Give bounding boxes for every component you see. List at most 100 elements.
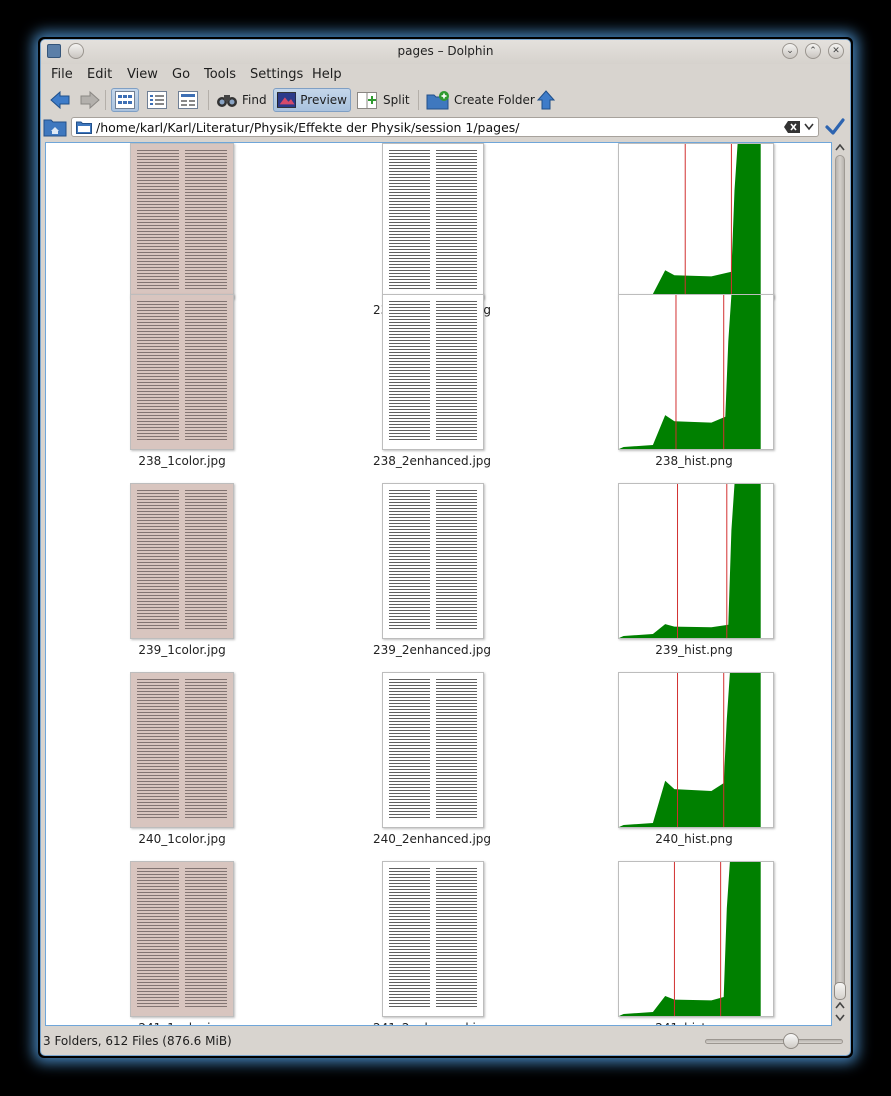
enhanced-scan-thumbnail: [382, 294, 484, 450]
file-item[interactable]: 238_2enhanced.jpg: [312, 271, 552, 468]
folder-icon: [76, 121, 92, 134]
file-item[interactable]: 239_2enhanced.jpg: [312, 460, 552, 657]
scroll-up-icon[interactable]: [835, 144, 845, 152]
dolphin-window: pages – Dolphin ⌄ ⌃ ✕ File Edit View Go …: [40, 39, 851, 1056]
text-columns: [137, 868, 227, 1008]
histogram-thumbnail: [618, 861, 774, 1017]
file-name: 241_hist.png: [574, 1021, 814, 1025]
find-button[interactable]: Find: [213, 88, 270, 112]
window-title: pages – Dolphin: [397, 44, 494, 58]
home-folder-icon[interactable]: [43, 116, 67, 138]
scroll-up-small-icon[interactable]: [835, 1002, 845, 1010]
file-item[interactable]: 238_1color.jpg: [62, 271, 302, 468]
back-button[interactable]: [46, 88, 74, 112]
split-icon: [357, 92, 377, 109]
preview-icon: [277, 92, 297, 108]
create-folder-label: Create Folder: [454, 93, 535, 107]
folder-new-icon: [426, 91, 449, 110]
text-column: [137, 301, 179, 441]
menu-go[interactable]: Go: [172, 67, 190, 82]
file-item[interactable]: 240_1color.jpg: [62, 649, 302, 846]
enhanced-scan-thumbnail: [382, 672, 484, 828]
text-column: [436, 679, 477, 819]
file-item[interactable]: 239_hist.png: [574, 460, 814, 657]
text-columns: [137, 490, 227, 630]
text-columns: [389, 150, 477, 290]
menu-view[interactable]: View: [127, 67, 158, 82]
scrollbar-handle[interactable]: [834, 982, 846, 1000]
file-row: 239_1color.jpg 239_2enhanced.jpg 239_hist.…: [46, 460, 831, 657]
create-folder-button[interactable]: Create Folder: [423, 88, 538, 112]
text-column: [137, 679, 179, 819]
text-column: [185, 679, 227, 819]
details-view-icon: [147, 91, 167, 109]
text-column: [436, 868, 477, 1008]
scroll-down-icon[interactable]: [835, 1014, 845, 1022]
title-bar: pages – Dolphin ⌄ ⌃ ✕: [41, 40, 850, 64]
columns-view-button[interactable]: [175, 88, 201, 112]
text-columns: [137, 301, 227, 441]
details-view-button[interactable]: [144, 88, 170, 112]
split-button[interactable]: Split: [354, 88, 413, 112]
close-icon[interactable]: ✕: [828, 43, 844, 59]
file-name: 241_1color.jpg: [62, 1021, 302, 1025]
file-item[interactable]: 241_1color.jpg: [62, 838, 302, 1025]
zoom-slider-handle[interactable]: [783, 1033, 799, 1049]
text-column: [137, 150, 179, 290]
color-scan-thumbnail: [130, 861, 234, 1017]
clear-text-icon[interactable]: [784, 121, 800, 133]
text-column: [137, 490, 179, 630]
color-scan-thumbnail: [130, 294, 234, 450]
file-item[interactable]: 238_hist.png: [574, 271, 814, 468]
color-scan-thumbnail: [130, 483, 234, 639]
chevron-down-icon[interactable]: [804, 123, 814, 131]
forward-button[interactable]: [76, 88, 104, 112]
text-columns: [137, 679, 227, 819]
zoom-slider[interactable]: [705, 1039, 843, 1044]
text-column: [185, 150, 227, 290]
checkmark-icon[interactable]: [825, 117, 845, 137]
up-arrow-icon: [536, 90, 556, 110]
menu-help[interactable]: Help: [312, 67, 342, 82]
location-bar: /home/karl/Karl/Literatur/Physik/Effekte…: [41, 116, 850, 140]
text-columns: [389, 679, 477, 819]
menu-edit[interactable]: Edit: [87, 67, 112, 82]
histogram-thumbnail: [618, 672, 774, 828]
maximize-icon[interactable]: ⌃: [805, 43, 821, 59]
status-text: 3 Folders, 612 Files (876.6 MiB): [43, 1034, 232, 1048]
menu-file[interactable]: File: [51, 67, 73, 82]
text-column: [137, 868, 179, 1008]
vertical-scrollbar[interactable]: [832, 142, 848, 1026]
icons-view-icon: [115, 91, 135, 109]
minimize-icon[interactable]: ⌄: [782, 43, 798, 59]
text-column: [185, 490, 227, 630]
file-name: 241_2enhanced.jpg: [312, 1021, 552, 1025]
menu-bar: File Edit View Go Tools Settings Help: [41, 64, 850, 86]
text-column: [436, 490, 477, 630]
find-label: Find: [242, 93, 267, 107]
scrollbar-track[interactable]: [835, 155, 845, 999]
histogram-area: [619, 484, 761, 638]
file-item[interactable]: 241_hist.png: [574, 838, 814, 1025]
file-item[interactable]: 241_2enhanced.jpg: [312, 838, 552, 1025]
forward-arrow-icon: [80, 90, 100, 110]
text-columns: [137, 150, 227, 290]
split-label: Split: [383, 93, 410, 107]
text-column: [389, 490, 430, 630]
text-columns: [389, 868, 477, 1008]
preview-label: Preview: [300, 93, 347, 107]
columns-view-icon: [178, 91, 198, 109]
location-field[interactable]: /home/karl/Karl/Literatur/Physik/Effekte…: [71, 117, 819, 137]
menu-settings[interactable]: Settings: [250, 67, 303, 82]
file-item[interactable]: 239_1color.jpg: [62, 460, 302, 657]
file-row: 238_1color.jpg 238_2enhanced.jpg 238_hist.…: [46, 271, 831, 468]
file-view[interactable]: 237_1color.jpg237_2enhanced.jpg237_hist.…: [45, 142, 832, 1026]
up-button[interactable]: [533, 88, 559, 112]
file-item[interactable]: 240_2enhanced.jpg: [312, 649, 552, 846]
text-column: [389, 679, 430, 819]
preview-button[interactable]: Preview: [273, 88, 351, 112]
menu-tools[interactable]: Tools: [204, 67, 236, 82]
icons-view-button[interactable]: [111, 88, 139, 112]
text-column: [436, 301, 477, 441]
file-item[interactable]: 240_hist.png: [574, 649, 814, 846]
